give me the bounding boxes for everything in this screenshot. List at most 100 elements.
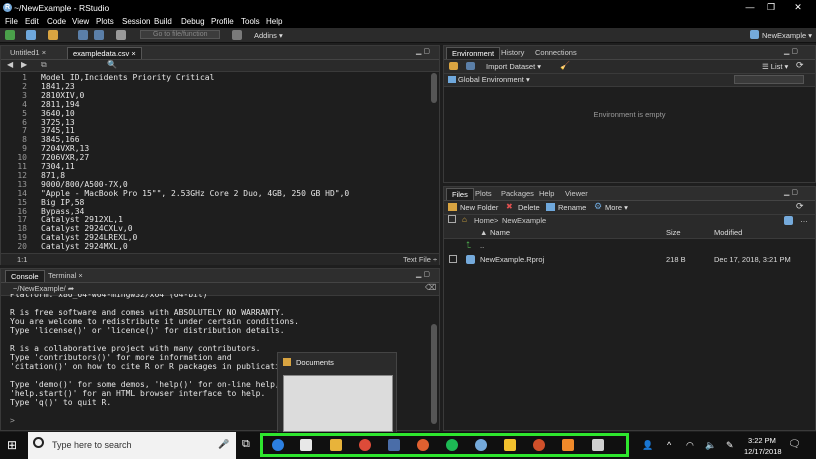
save-icon[interactable]	[78, 30, 88, 40]
pane-minimize-icon[interactable]: ▁ ▢	[784, 47, 798, 55]
close-button[interactable]: ✕	[788, 2, 808, 13]
menu-debug[interactable]: Debug	[181, 17, 205, 26]
minimize-button[interactable]: —	[740, 2, 760, 12]
select-all-checkbox[interactable]	[448, 215, 456, 223]
file-explorer-icon[interactable]	[330, 439, 342, 451]
tab-untitled1[interactable]: Untitled1 ×	[5, 47, 51, 59]
clock-date[interactable]: 12/17/2018	[744, 447, 782, 456]
column-name[interactable]: Name	[490, 228, 510, 237]
pane-minimize-icon[interactable]: ▁ ▢	[416, 270, 430, 278]
media-player-icon[interactable]	[388, 439, 400, 451]
windows-start-icon[interactable]: ⊞	[7, 438, 17, 452]
addins-menu[interactable]: Addins ▾	[254, 31, 283, 40]
wifi-icon[interactable]: ◠	[686, 440, 694, 451]
open-file-icon[interactable]	[48, 30, 58, 40]
taskbar-thumbnail-popup[interactable]: Documents	[277, 352, 397, 436]
more-options-icon[interactable]: …	[800, 215, 808, 224]
breadcrumb-home[interactable]: Home	[474, 216, 494, 225]
list-view-selector[interactable]: ☰ List ▾	[762, 62, 788, 71]
new-project-icon[interactable]	[26, 30, 36, 40]
tab-connections[interactable]: Connections	[530, 47, 582, 59]
console-scrollbar[interactable]	[431, 324, 437, 424]
edge-icon[interactable]	[272, 439, 284, 451]
more-button[interactable]: More ▾	[605, 203, 628, 212]
tab-environment[interactable]: Environment	[446, 47, 501, 59]
clock-time[interactable]: 3:22 PM	[748, 436, 776, 445]
working-directory[interactable]: ~/NewExample/ ➦	[13, 284, 74, 293]
mail-icon[interactable]	[300, 439, 312, 451]
parent-dir-label[interactable]: ..	[480, 241, 484, 250]
forward-arrow-icon[interactable]: ▶	[21, 60, 27, 69]
grid-layout-icon[interactable]	[232, 30, 242, 40]
clear-console-icon[interactable]: ⌫	[425, 283, 436, 292]
breadcrumb-folder[interactable]: NewExample	[502, 216, 546, 225]
tab-exampledata[interactable]: exampledata.csv ×	[67, 47, 142, 59]
maximize-button[interactable]: ❐	[761, 2, 781, 13]
tab-console[interactable]: Console	[5, 270, 45, 282]
task-view-icon[interactable]: ⧉	[242, 438, 250, 451]
table-row[interactable]: NewExample.Rproj 218 B Dec 17, 2018, 3:2…	[444, 253, 804, 267]
refresh-icon[interactable]: ⟳	[796, 201, 804, 212]
new-folder-button[interactable]: New Folder	[460, 203, 498, 212]
editor-code[interactable]: 1 Model ID,Incidents Priority Critical 2 18…	[1, 73, 433, 253]
menu-code[interactable]: Code	[47, 17, 66, 26]
delete-button[interactable]: Delete	[518, 203, 540, 212]
save-all-icon[interactable]	[94, 30, 104, 40]
tab-help[interactable]: Help	[534, 188, 559, 200]
row-checkbox[interactable]	[449, 255, 457, 263]
pane-minimize-icon[interactable]: ▁ ▢	[784, 188, 798, 196]
go-to-working-dir-icon[interactable]	[784, 216, 793, 225]
volume-icon[interactable]: 🔈	[705, 440, 716, 451]
table-row-parent[interactable]: ⮤ ..	[444, 239, 804, 253]
tab-history[interactable]: History	[496, 47, 529, 59]
import-dataset-button[interactable]: Import Dataset ▾	[486, 62, 541, 71]
menu-session[interactable]: Session	[122, 17, 150, 26]
tab-terminal[interactable]: Terminal ×	[43, 270, 88, 282]
window-preview[interactable]	[283, 375, 393, 432]
menu-view[interactable]: View	[72, 17, 89, 26]
clear-workspace-icon[interactable]: 🧹	[560, 61, 570, 70]
tab-packages[interactable]: Packages	[496, 188, 539, 200]
new-file-icon[interactable]	[5, 30, 15, 40]
environment-scope-selector[interactable]: Global Environment ▾	[458, 75, 530, 84]
project-menu[interactable]: NewExample ▾	[762, 31, 812, 40]
spotify-icon[interactable]	[446, 439, 458, 451]
menu-plots[interactable]: Plots	[96, 17, 114, 26]
menu-edit[interactable]: Edit	[25, 17, 39, 26]
chevron-up-icon[interactable]: ^	[667, 440, 671, 450]
photo-app-icon[interactable]	[562, 439, 574, 451]
column-size[interactable]: Size	[666, 228, 681, 237]
menu-profile[interactable]: Profile	[211, 17, 234, 26]
microphone-icon[interactable]: 🎤	[218, 439, 229, 450]
refresh-icon[interactable]: ⟳	[796, 60, 804, 71]
print-icon[interactable]	[116, 30, 126, 40]
column-modified[interactable]: Modified	[714, 228, 742, 237]
save-workspace-icon[interactable]	[466, 62, 475, 70]
menu-file[interactable]: File	[5, 17, 18, 26]
show-in-window-icon[interactable]: ⧉	[41, 60, 47, 70]
app-icon[interactable]	[533, 439, 545, 451]
tab-viewer[interactable]: Viewer	[560, 188, 593, 200]
people-icon[interactable]: 👤	[642, 440, 653, 451]
menu-help[interactable]: Help	[266, 17, 282, 26]
editor-scrollbar[interactable]	[431, 73, 437, 103]
pane-minimize-icon[interactable]: ▁ ▢	[416, 47, 430, 55]
chrome-icon[interactable]	[359, 439, 371, 451]
back-arrow-icon[interactable]: ◀	[7, 60, 13, 69]
firefox-icon[interactable]	[417, 439, 429, 451]
calculator-icon[interactable]	[592, 439, 604, 451]
find-icon[interactable]: 🔍	[107, 60, 117, 69]
pen-icon[interactable]: ✎	[726, 440, 734, 451]
file-type-selector[interactable]: Text File ÷	[403, 255, 437, 264]
tab-plots[interactable]: Plots	[470, 188, 497, 200]
menu-build[interactable]: Build	[154, 17, 172, 26]
rename-button[interactable]: Rename	[558, 203, 586, 212]
rstudio-icon[interactable]	[475, 439, 487, 451]
load-workspace-icon[interactable]	[449, 62, 458, 70]
file-name[interactable]: NewExample.Rproj	[480, 255, 544, 264]
goto-file-input[interactable]: Go to file/function	[140, 30, 220, 39]
taskbar-search[interactable]: Type here to search 🎤	[28, 432, 236, 459]
menu-tools[interactable]: Tools	[241, 17, 260, 26]
environment-search-input[interactable]	[734, 75, 804, 84]
notifications-icon[interactable]: 🗨	[788, 439, 801, 450]
